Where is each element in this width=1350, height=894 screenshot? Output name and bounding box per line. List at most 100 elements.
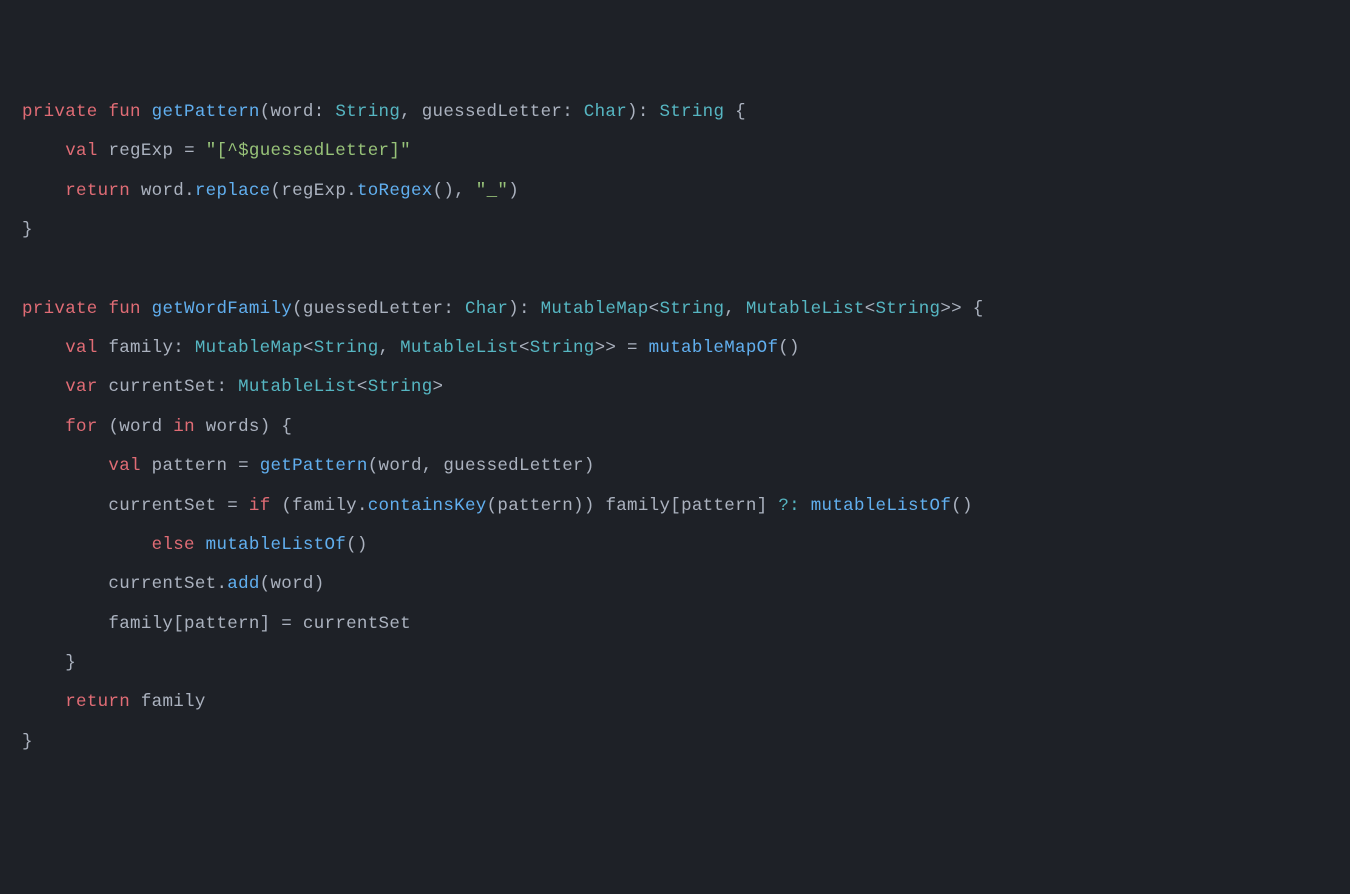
paren-close: ) [627,102,638,122]
identifier: family [605,496,670,516]
code-line: else mutableListOf() [22,535,368,555]
angle: >> [595,338,617,358]
fn-name: getPattern [152,102,260,122]
eq: = [184,141,195,161]
identifier: pattern [681,496,757,516]
angle: < [519,338,530,358]
type: MutableMap [541,299,649,319]
kw-fun: fun [108,299,140,319]
identifier: words [206,417,260,437]
identifier: word [141,181,184,201]
eq: = [281,614,292,634]
colon: : [173,338,195,358]
fn-call: getPattern [260,456,368,476]
angle: < [303,338,314,358]
kw-val: val [108,456,140,476]
identifier: word [379,456,422,476]
eq: = [627,338,638,358]
paren-close: ) [584,456,595,476]
kw-in: in [173,417,195,437]
kw-return: return [65,692,130,712]
brace-open: { [281,417,292,437]
fn-call: mutableMapOf [649,338,779,358]
code-line: val family: MutableMap<String, MutableLi… [22,338,800,358]
method: toRegex [357,181,433,201]
paren-open: ( [292,299,303,319]
code-line: var currentSet: MutableList<String> [22,377,443,397]
code-line: val pattern = getPattern(word, guessedLe… [22,456,595,476]
method: containsKey [368,496,487,516]
kw-var: var [65,377,97,397]
colon: : [638,102,660,122]
identifier: guessedLetter [443,456,583,476]
type: String [314,338,379,358]
brace-open: { [735,102,746,122]
kw-if: if [249,496,271,516]
dot: . [216,574,227,594]
paren-open: ( [260,574,271,594]
colon: : [216,377,238,397]
bracket: [ [670,496,681,516]
paren-close: ) [260,417,271,437]
code-line: return family [22,692,206,712]
string-literal: "_" [476,181,508,201]
code-line: for (word in words) { [22,417,292,437]
type: MutableList [746,299,865,319]
kw-private: private [22,299,98,319]
brace-close: } [22,220,33,240]
code-editor[interactable]: private fun getPattern(word: String, gue… [22,93,1328,762]
comma: , [422,456,444,476]
identifier: family [292,496,357,516]
type: String [530,338,595,358]
comma: , [454,181,476,201]
code-line: } [22,220,33,240]
code-line: return word.replace(regExp.toRegex(), "_… [22,181,519,201]
angle: > [433,377,444,397]
param-name: guessedLetter [303,299,443,319]
kw-else: else [152,535,195,555]
paren-open: ( [281,496,292,516]
paren-open: ( [260,102,271,122]
angle: < [865,299,876,319]
paren-close: ) [314,574,325,594]
kw-return: return [65,181,130,201]
kw-val: val [65,141,97,161]
angle: < [649,299,660,319]
bracket: ] [260,614,271,634]
identifier: word [270,574,313,594]
code-line: family[pattern] = currentSet [22,614,411,634]
identifier: word [119,417,162,437]
kw-val: val [65,338,97,358]
parens: () [346,535,368,555]
type: MutableMap [195,338,303,358]
type: String [659,299,724,319]
fn-call: mutableListOf [206,535,346,555]
code-line: } [22,732,33,752]
type: MutableList [238,377,357,397]
paren-open: ( [368,456,379,476]
code-line: currentSet.add(word) [22,574,325,594]
paren-open: ( [487,496,498,516]
kw-fun: fun [108,102,140,122]
method: replace [195,181,271,201]
fn-name: getWordFamily [152,299,292,319]
kw-for: for [65,417,97,437]
code-line: private fun getPattern(word: String, gue… [22,102,746,122]
identifier: pattern [184,614,260,634]
code-line: private fun getWordFamily(guessedLetter:… [22,299,984,319]
brace-close: } [65,653,76,673]
identifier: regExp [281,181,346,201]
code-line: currentSet = if (family.containsKey(patt… [22,496,973,516]
elvis-operator: ?: [778,496,800,516]
colon: : [443,299,465,319]
dot: . [184,181,195,201]
type: Char [584,102,627,122]
param-name: guessedLetter [422,102,562,122]
identifier: currentSet [108,377,216,397]
parens: () [951,496,973,516]
string-literal: "[^$guessedLetter]" [206,141,411,161]
blank-line [22,259,33,279]
parens: () [778,338,800,358]
angle: >> [940,299,962,319]
paren-open: ( [271,181,282,201]
